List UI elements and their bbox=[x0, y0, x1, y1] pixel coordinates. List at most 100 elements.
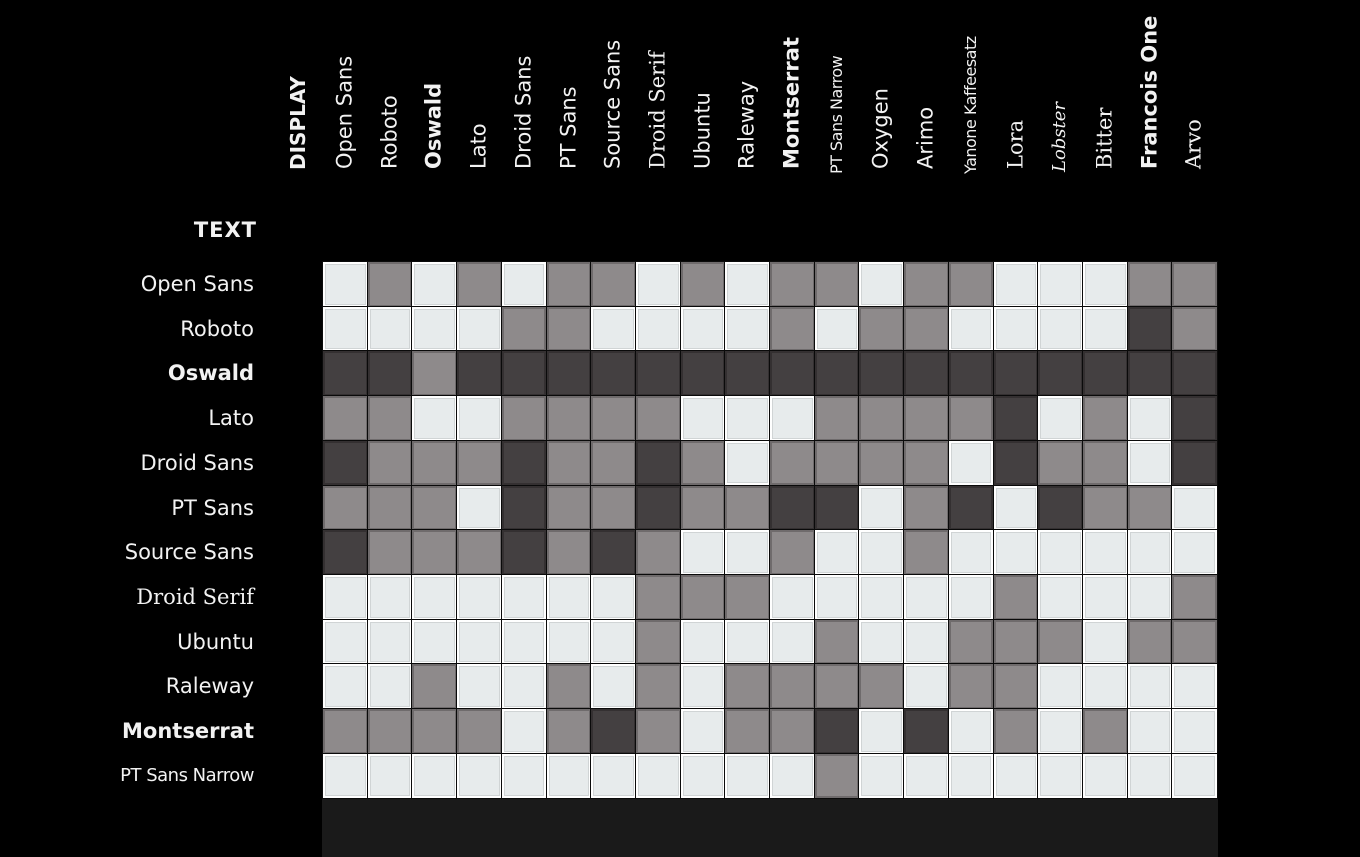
heatmap-cell bbox=[545, 529, 593, 576]
heatmap-cell bbox=[456, 484, 503, 532]
heatmap-cell bbox=[634, 395, 682, 442]
heatmap-cell bbox=[813, 529, 861, 576]
heatmap-cell bbox=[634, 529, 682, 576]
heatmap-cell bbox=[590, 484, 637, 532]
heatmap-cell bbox=[456, 261, 503, 308]
heatmap-cell bbox=[1126, 752, 1174, 800]
heatmap-cell bbox=[813, 350, 861, 398]
heatmap-cell bbox=[1037, 618, 1084, 666]
heatmap-cell bbox=[1037, 350, 1084, 398]
heatmap-cell bbox=[634, 618, 682, 666]
heatmap-cell bbox=[769, 529, 816, 576]
heatmap-cell bbox=[1171, 261, 1218, 308]
heatmap-cell bbox=[545, 439, 593, 487]
heatmap-cell bbox=[858, 439, 906, 487]
column-label-arvo: Arvo bbox=[1172, 0, 1216, 190]
heatmap-cell bbox=[411, 752, 459, 800]
row-label-lato: Lato bbox=[208, 406, 254, 431]
column-label-francois-one: Francois One bbox=[1128, 0, 1172, 190]
heatmap-cell bbox=[634, 261, 682, 308]
font-pairing-heatmap: DISPLAY TEXT Open Sans Roboto Oswald Lato Dr… bbox=[0, 0, 1360, 857]
heatmap-cell bbox=[1171, 395, 1218, 442]
heatmap-cell bbox=[724, 573, 771, 621]
heatmap-cell bbox=[366, 618, 414, 666]
column-label-text: Droid Serif bbox=[645, 51, 670, 169]
heatmap-cell bbox=[634, 663, 682, 710]
heatmap-cell bbox=[322, 261, 369, 308]
heatmap-cell bbox=[769, 439, 816, 487]
heatmap-cell bbox=[1081, 484, 1129, 532]
column-label-text: Arvo bbox=[1181, 119, 1206, 169]
column-label-text: Droid Sans bbox=[511, 55, 536, 169]
heatmap-cell bbox=[590, 350, 637, 398]
row-label-pt-sans: PT Sans bbox=[171, 495, 254, 520]
heatmap-cell bbox=[1126, 618, 1174, 666]
heatmap-cell bbox=[992, 573, 1040, 621]
heatmap-cell bbox=[366, 350, 414, 398]
column-label-droid-sans: Droid Sans bbox=[502, 0, 546, 190]
heatmap-cell bbox=[724, 529, 771, 576]
heatmap-cell bbox=[769, 752, 816, 800]
heatmap-cell bbox=[769, 573, 816, 621]
heatmap-cell bbox=[724, 663, 771, 710]
column-label-text: Yanone Kaffeesatz bbox=[960, 36, 980, 174]
heatmap-cell bbox=[813, 439, 861, 487]
row-label-raleway: Raleway bbox=[165, 674, 254, 699]
heatmap-cell bbox=[456, 618, 503, 666]
heatmap-cell bbox=[858, 529, 906, 576]
heatmap-cell bbox=[366, 484, 414, 532]
heatmap-cell bbox=[903, 305, 950, 353]
heatmap-cell bbox=[411, 439, 459, 487]
heatmap-cell bbox=[1081, 708, 1129, 755]
heatmap-cell bbox=[724, 350, 771, 398]
column-label-text: Oxygen bbox=[868, 88, 893, 169]
heatmap-cell bbox=[1037, 395, 1084, 442]
y-axis-title: TEXT bbox=[193, 218, 257, 242]
column-label-droid-serif: Droid Serif bbox=[636, 0, 680, 190]
heatmap-cell bbox=[769, 663, 816, 710]
heatmap-cell bbox=[724, 261, 771, 308]
heatmap-cell bbox=[992, 305, 1040, 353]
heatmap-cell bbox=[679, 261, 727, 308]
heatmap-cell bbox=[992, 439, 1040, 487]
column-label-oxygen: Oxygen bbox=[859, 0, 903, 190]
heatmap-cell bbox=[947, 395, 995, 442]
heatmap-cell bbox=[545, 350, 593, 398]
column-label-text: Oswald bbox=[421, 82, 446, 169]
heatmap-cell bbox=[1081, 618, 1129, 666]
heatmap-cell bbox=[1126, 395, 1174, 442]
column-label-lora: Lora bbox=[994, 0, 1038, 190]
heatmap-cell bbox=[1037, 305, 1084, 353]
heatmap-cell bbox=[679, 395, 727, 442]
row-label-open-sans: Open Sans bbox=[140, 272, 254, 296]
heatmap-cell bbox=[724, 484, 771, 532]
heatmap-cell bbox=[590, 752, 637, 800]
heatmap-cell bbox=[1081, 439, 1129, 487]
heatmap-cell bbox=[1126, 663, 1174, 710]
heatmap-cell bbox=[500, 573, 548, 621]
heatmap-cell bbox=[1171, 573, 1218, 621]
heatmap-cell bbox=[590, 261, 637, 308]
heatmap-cell bbox=[903, 439, 950, 487]
column-label-text: Bitter bbox=[1092, 107, 1117, 170]
heatmap-cell bbox=[858, 573, 906, 621]
x-axis-title-text: DISPLAY bbox=[286, 76, 310, 170]
heatmap-cell bbox=[947, 708, 995, 755]
heatmap-cell bbox=[322, 395, 369, 442]
heatmap-cell bbox=[992, 708, 1040, 755]
heatmap-cell bbox=[322, 618, 369, 666]
heatmap-cell bbox=[1171, 484, 1218, 532]
heatmap-cell bbox=[769, 708, 816, 755]
heatmap-cell bbox=[769, 305, 816, 353]
heatmap-cell bbox=[500, 484, 548, 532]
heatmap-cell bbox=[858, 618, 906, 666]
column-label-text: Open Sans bbox=[332, 55, 357, 169]
heatmap-cell bbox=[1081, 395, 1129, 442]
row-label-droid-serif: Droid Serif bbox=[136, 584, 254, 609]
heatmap-cell bbox=[322, 439, 369, 487]
heatmap-cell bbox=[366, 663, 414, 710]
heatmap-cell bbox=[590, 573, 637, 621]
heatmap-cell bbox=[1126, 708, 1174, 755]
heatmap-cell bbox=[456, 439, 503, 487]
heatmap-cell bbox=[992, 395, 1040, 442]
